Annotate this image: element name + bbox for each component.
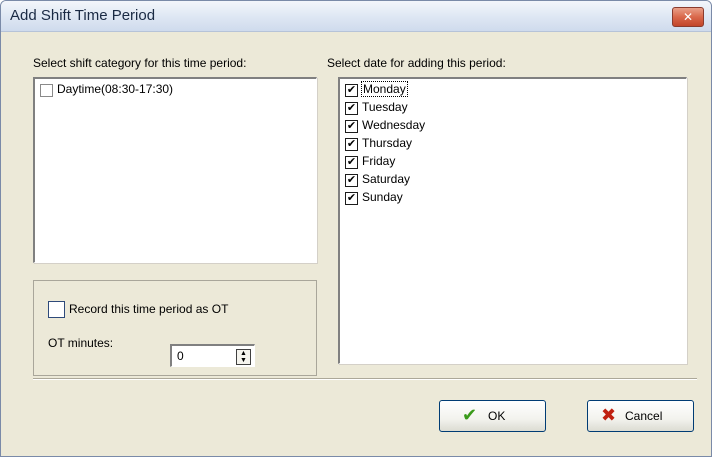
date-item-label: Tuesday [362, 100, 408, 114]
date-list[interactable]: ✔ Monday ✔ Tuesday ✔ Wednesday ✔ Thursda… [338, 77, 687, 364]
ot-minutes-label: OT minutes: [48, 336, 114, 350]
shift-category-checkbox[interactable] [40, 84, 53, 97]
ok-button-label: OK [488, 409, 506, 423]
shift-category-item-label: Daytime(08:30-17:30) [57, 82, 174, 96]
close-icon: ✕ [682, 10, 694, 24]
record-ot-checkbox[interactable] [48, 301, 65, 318]
spin-buttons[interactable]: ▲ ▼ [236, 349, 251, 365]
wednesday-checkbox[interactable]: ✔ [345, 120, 358, 133]
date-item-label: Wednesday [362, 118, 426, 132]
window-title: Add Shift Time Period [10, 7, 156, 24]
ot-group: Record this time period as OT OT minutes… [33, 280, 317, 376]
separator [33, 378, 697, 380]
monday-checkbox[interactable]: ✔ [345, 84, 358, 97]
cancel-button-label: Cancel [625, 409, 663, 423]
sunday-checkbox[interactable]: ✔ [345, 192, 358, 205]
ok-button[interactable]: ✔ OK [439, 400, 546, 432]
date-item-label: Sunday [362, 190, 403, 204]
add-shift-time-period-dialog: Add Shift Time Period ✕ Select shift cat… [0, 0, 712, 457]
tuesday-checkbox[interactable]: ✔ [345, 102, 358, 115]
friday-checkbox[interactable]: ✔ [345, 156, 358, 169]
thursday-checkbox[interactable]: ✔ [345, 138, 358, 151]
date-item-label: Friday [362, 154, 396, 168]
spin-down-icon[interactable]: ▼ [237, 357, 250, 364]
title-bar[interactable]: Add Shift Time Period ✕ [1, 1, 711, 32]
date-item-label: Saturday [362, 172, 411, 186]
ot-minutes-value: 0 [177, 349, 184, 363]
cancel-button[interactable]: ✖ Cancel [587, 400, 694, 432]
date-select-label: Select date for adding this period: [327, 56, 506, 70]
saturday-checkbox[interactable]: ✔ [345, 174, 358, 187]
ot-minutes-stepper[interactable]: 0 ▲ ▼ [170, 344, 255, 367]
spin-up-icon[interactable]: ▲ [237, 350, 250, 357]
date-item-label: Thursday [362, 136, 413, 150]
record-ot-label[interactable]: Record this time period as OT [69, 302, 228, 316]
x-icon: ✖ [601, 405, 617, 425]
dialog-body: Select shift category for this time peri… [1, 32, 711, 456]
checkmark-icon: ✔ [462, 405, 478, 425]
close-button[interactable]: ✕ [672, 7, 704, 27]
shift-category-list[interactable]: Daytime(08:30-17:30) [33, 77, 317, 263]
shift-category-label: Select shift category for this time peri… [33, 56, 247, 70]
date-item-label: Monday [361, 81, 408, 97]
